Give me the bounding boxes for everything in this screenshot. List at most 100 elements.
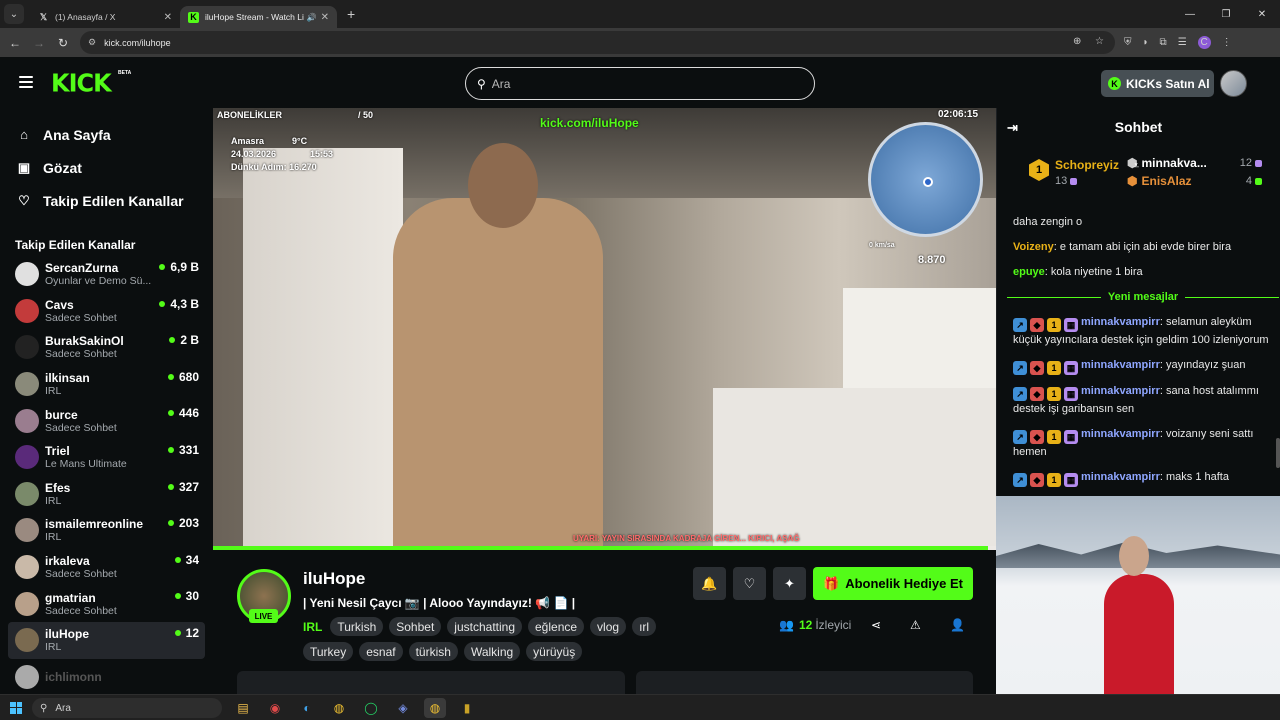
pip-person-head	[1119, 536, 1149, 576]
nav-home[interactable]: ⌂ Ana Sayfa	[0, 118, 213, 151]
whatsapp-icon[interactable]: ◯	[360, 698, 382, 718]
gift-subscription-button[interactable]: 🎁 Abonelik Hediye Et	[813, 567, 973, 600]
nav-following[interactable]: ♡ Takip Edilen Kanallar	[0, 184, 213, 217]
chat-scrollbar[interactable]	[1276, 438, 1280, 468]
taskbar-search[interactable]: ⚲ Ara	[32, 698, 222, 718]
chat-username[interactable]: Voizeny	[1013, 241, 1054, 253]
stream-tag[interactable]: Sohbet	[389, 617, 442, 636]
minimize-icon[interactable]: —	[1172, 0, 1208, 28]
chat-username[interactable]: minnakvampirr	[1081, 471, 1160, 483]
audio-extension-icon[interactable]: ◗	[1143, 37, 1149, 48]
restore-icon[interactable]: ❐	[1208, 0, 1244, 28]
picture-in-picture-overlay[interactable]	[996, 496, 1280, 696]
discord-icon[interactable]: ◈	[392, 698, 414, 718]
streamer-name[interactable]: iluHope	[303, 569, 365, 589]
channel-avatar	[15, 298, 39, 323]
chrome-active-icon[interactable]: ◍	[424, 698, 446, 718]
followed-channel[interactable]: SercanZurna Oyunlar ve Demo Sü... 6,9 B	[0, 256, 213, 293]
notification-bell-button[interactable]: 🔔	[693, 567, 726, 600]
sparkle-button[interactable]: ✦	[773, 567, 806, 600]
close-tab-icon[interactable]: ✕	[321, 12, 329, 23]
followed-channel[interactable]: Efes IRL 327	[0, 476, 213, 513]
followed-channel[interactable]: ilkinsan IRL 680	[0, 366, 213, 403]
forward-icon[interactable]: →	[27, 36, 51, 50]
edge-icon[interactable]: ◐	[296, 698, 318, 718]
stream-watermark: kick.com/iluHope	[540, 116, 639, 130]
back-icon[interactable]: ←	[3, 36, 27, 50]
close-window-icon[interactable]: ✕	[1244, 0, 1280, 28]
followed-channel[interactable]: ismailemreonline IRL 203	[0, 512, 213, 549]
followed-channel[interactable]: BurakSakinOl Sadece Sohbet 2 B	[0, 329, 213, 366]
stream-tag[interactable]: esnaf	[359, 642, 403, 661]
stream-tag[interactable]: Walking	[463, 642, 521, 661]
stream-category[interactable]: IRL	[303, 620, 322, 634]
user-avatar[interactable]	[1220, 70, 1247, 97]
tab-x[interactable]: 𝕏 (1) Anasayfa / X ✕	[30, 6, 180, 28]
followed-channel[interactable]: ichlimonn	[0, 659, 213, 696]
windows-start-icon[interactable]	[10, 701, 22, 714]
hamburger-menu-icon[interactable]	[19, 76, 33, 91]
reading-list-icon[interactable]: ☰	[1178, 37, 1187, 48]
stream-tag[interactable]: justchatting	[447, 617, 522, 636]
buy-kicks-button[interactable]: K KICKs Satın Al	[1101, 70, 1214, 97]
report-icon[interactable]: ⚠	[910, 618, 921, 632]
close-tab-icon[interactable]: ✕	[164, 12, 172, 23]
zoom-icon[interactable]: ⊕	[1073, 36, 1081, 47]
followed-channel[interactable]: gmatrian Sadece Sohbet 30	[0, 585, 213, 622]
kick-logo[interactable]: KICK	[51, 68, 112, 97]
chat-username[interactable]: minnakvampirr	[1081, 359, 1160, 371]
menu-kebab-icon[interactable]: ⋮	[1222, 37, 1232, 48]
video-player[interactable]: ABONELİKLER / 50 Amasra 9°C 24.03.2026 1…	[213, 108, 996, 550]
user-add-icon[interactable]: 👤	[950, 618, 965, 632]
stream-tag[interactable]: Turkish	[330, 617, 384, 636]
chat-username[interactable]: minnakvampirr	[1081, 428, 1160, 440]
site-info-icon[interactable]: ⚙	[88, 37, 96, 48]
shield-extension-icon[interactable]: ⛨	[1124, 37, 1132, 48]
reload-icon[interactable]: ↻	[51, 36, 75, 50]
followed-channel[interactable]: irkaleva Sadece Sohbet 34	[0, 549, 213, 586]
follow-button[interactable]: ♡	[733, 567, 766, 600]
url-bar[interactable]: ⚙ kick.com/iluhope ⊕ ☆	[80, 31, 1115, 54]
gifter-name[interactable]: ⬢ EnisAlaz	[1127, 174, 1192, 188]
search-box[interactable]: ⚲	[465, 67, 815, 100]
stream-tag[interactable]: ırl	[632, 617, 657, 636]
followed-channel[interactable]: burce Sadece Sohbet 446	[0, 402, 213, 439]
tab-search-dropdown[interactable]: ⌄	[4, 4, 24, 24]
chat-username[interactable]: minnakvampirr	[1081, 316, 1160, 328]
nav-label: Ana Sayfa	[43, 126, 111, 143]
stream-tag[interactable]: Turkey	[303, 642, 354, 661]
stream-tag[interactable]: yürüyüş	[526, 642, 583, 661]
stream-tag[interactable]: eğlence	[528, 617, 585, 636]
search-input[interactable]	[491, 76, 792, 91]
gifter-name[interactable]: Schopreyiz	[1055, 158, 1119, 172]
speaker-icon[interactable]: 🔊	[307, 13, 317, 22]
tab-kick[interactable]: K iluHope Stream - Watch Live 🔊 ✕	[180, 6, 337, 28]
file-explorer-icon[interactable]: ▤	[232, 698, 254, 718]
expand-gifters-icon[interactable]: ⩡	[1133, 160, 1139, 173]
followed-channel[interactable]: iluHope IRL 12	[8, 621, 205, 659]
chat-username[interactable]: epuye	[1013, 266, 1045, 278]
live-dot-icon	[159, 300, 166, 307]
gift-subscription-label: Abonelik Hediye Et	[845, 576, 963, 591]
channel-avatar	[15, 445, 39, 470]
bookmark-star-icon[interactable]: ☆	[1095, 36, 1104, 47]
new-tab-button[interactable]: +	[347, 6, 355, 22]
verified-badge-icon: ↗	[1013, 473, 1027, 487]
chrome-icon[interactable]: ◍	[328, 698, 350, 718]
stream-tag[interactable]: türkish	[408, 642, 458, 661]
followed-channel[interactable]: Triel Le Mans Ultimate 331	[0, 439, 213, 476]
live-dot-icon	[169, 337, 176, 344]
chat-message: ↗ ◆ 1 ▦ minnakvampirr: selamun aleyküm küçük…	[1013, 314, 1273, 349]
game-launcher-icon[interactable]: ▮	[456, 698, 478, 718]
user-badges: ↗ ◆ 1 ▦	[1013, 387, 1078, 401]
collapse-chat-icon[interactable]: ⇥	[1007, 120, 1018, 136]
channel-viewer-count: 446	[178, 406, 199, 421]
chat-username[interactable]: minnakvampirr	[1081, 385, 1160, 397]
followed-channel[interactable]: Cavs Sadece Sohbet 4,3 B	[0, 293, 213, 330]
media-app-icon[interactable]: ◉	[264, 698, 286, 718]
share-icon[interactable]: ⋖	[871, 618, 881, 632]
stream-tag[interactable]: vlog	[590, 617, 627, 636]
puzzle-extension-icon[interactable]: ⧉	[1160, 37, 1167, 48]
nav-browse[interactable]: ▣ Gözat	[0, 151, 213, 184]
profile-avatar[interactable]: C	[1197, 36, 1211, 49]
